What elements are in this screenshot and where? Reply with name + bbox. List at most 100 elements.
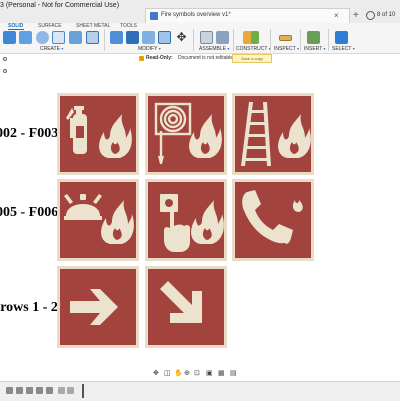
joint-icon[interactable]: [200, 31, 213, 44]
sign-fire-call-point[interactable]: [145, 179, 227, 261]
ribbon-toolbar: SOLID SURFACE SHEET METAL TOOLS CREATE ▾…: [0, 23, 400, 54]
pattern-icon[interactable]: [86, 31, 99, 44]
chevron-down-icon: ▾: [296, 46, 299, 51]
insert-image-icon[interactable]: [307, 31, 320, 44]
document-tab[interactable]: Fire symbols overview v1* ×: [145, 8, 350, 23]
group-divider: [270, 29, 271, 51]
timeline-start-icon[interactable]: [6, 387, 13, 394]
fillet-icon[interactable]: [126, 31, 139, 44]
sign-emergency-telephone[interactable]: [232, 179, 314, 261]
sign-arrow-right[interactable]: [57, 266, 139, 348]
close-tab-button[interactable]: ×: [334, 11, 339, 20]
look-at-icon[interactable]: ◫: [164, 369, 171, 377]
row-label-arrows: rrows 1 - 2: [0, 300, 58, 315]
extrude-icon[interactable]: [52, 31, 65, 44]
save-copy-button[interactable]: Save a copy: [232, 54, 272, 63]
lock-icon: [139, 56, 144, 61]
group-divider: [193, 29, 194, 51]
clock-icon[interactable]: [366, 11, 375, 20]
arrow-right-icon: [70, 289, 118, 325]
document-tab-label: Fire symbols overview v1*: [161, 12, 231, 18]
browser-visibility-icon[interactable]: [3, 69, 7, 73]
viewports-icon[interactable]: ▤: [230, 369, 237, 377]
assemble-label: ASSEMBLE: [199, 46, 226, 52]
read-only-label: Read-Only:: [146, 55, 173, 61]
fire-call-point-icon: [160, 194, 224, 252]
construct-label: CONSTRUCT: [236, 46, 268, 52]
timeline-marker[interactable]: [82, 384, 84, 398]
sign-arrow-down-right[interactable]: [145, 266, 227, 348]
construct-menu[interactable]: CONSTRUCT ▾: [236, 46, 271, 52]
navigation-toolbar: ✥ ◫ ✋ ⊕ ⊡ ▣ ▦ ▤: [153, 369, 241, 379]
shell-icon[interactable]: [158, 31, 171, 44]
select-label: SELECT: [332, 46, 352, 52]
tab-tools[interactable]: TOOLS: [120, 23, 137, 29]
sign-fire-extinguisher[interactable]: [57, 93, 139, 175]
box-icon[interactable]: [69, 31, 82, 44]
move-icon[interactable]: ✥: [175, 31, 188, 44]
insert-label: INSERT: [304, 46, 323, 52]
title-bar: 3 (Personal - Not for Commercial Use) Fi…: [0, 0, 400, 23]
chevron-down-icon: ▾: [352, 46, 355, 51]
as-built-joint-icon[interactable]: [216, 31, 229, 44]
timeline-play-icon[interactable]: [26, 387, 33, 394]
row-label-f001-f003: 002 - F003: [0, 126, 59, 141]
measure-icon[interactable]: [279, 35, 292, 41]
timeline-end-icon[interactable]: [46, 387, 53, 394]
display-settings-icon[interactable]: ▣: [206, 369, 213, 377]
inspect-menu[interactable]: INSPECT ▾: [274, 46, 299, 52]
browser-visibility-icon[interactable]: [3, 57, 7, 61]
timeline-previous-icon[interactable]: [16, 387, 23, 394]
chevron-down-icon: ▾: [227, 46, 230, 51]
modify-label: MODIFY: [138, 46, 158, 52]
pan-icon[interactable]: ✋: [174, 369, 183, 377]
timeline: [0, 381, 400, 401]
sketch-icon[interactable]: [19, 31, 32, 44]
document-count: 8 of 10: [377, 12, 396, 18]
zoom-icon[interactable]: ⊕: [184, 369, 190, 377]
telephone-icon: [242, 190, 303, 244]
read-only-banner: Read-Only: Document is not editable Save…: [130, 54, 272, 64]
fire-alarm-horn-icon: [64, 194, 134, 244]
group-divider: [300, 29, 301, 51]
select-cursor-icon[interactable]: [335, 31, 348, 44]
group-divider: [104, 29, 105, 51]
inspect-label: INSPECT: [274, 46, 296, 52]
row-label-f004-f006: 005 - F006: [0, 205, 59, 220]
assemble-menu[interactable]: ASSEMBLE ▾: [199, 46, 229, 52]
fit-icon[interactable]: ⊡: [194, 369, 200, 377]
sign-fire-ladder[interactable]: [232, 93, 314, 175]
chevron-down-icon: ▾: [158, 46, 161, 51]
grid-settings-icon[interactable]: ▦: [218, 369, 225, 377]
chevron-down-icon: ▾: [323, 46, 326, 51]
timeline-feature-icon[interactable]: [58, 387, 65, 394]
app-title: 3 (Personal - Not for Commercial Use): [0, 2, 120, 9]
revolve-icon[interactable]: [36, 31, 49, 44]
read-only-message: Document is not editable: [178, 55, 234, 61]
create-label: CREATE: [40, 46, 60, 52]
active-tab-indicator: [8, 29, 24, 30]
orbit-icon[interactable]: ✥: [153, 369, 159, 377]
fire-hose-reel-icon: [154, 102, 222, 164]
document-icon: [150, 12, 158, 20]
group-divider: [233, 29, 234, 51]
create-menu[interactable]: CREATE ▾: [40, 46, 63, 52]
fire-ladder-icon: [241, 102, 311, 166]
timeline-feature-icon[interactable]: [67, 387, 74, 394]
new-tab-button[interactable]: +: [353, 10, 359, 21]
sign-fire-alarm[interactable]: [57, 179, 139, 261]
new-component-icon[interactable]: [3, 31, 16, 44]
tab-surface[interactable]: SURFACE: [38, 23, 62, 29]
select-menu[interactable]: SELECT ▾: [332, 46, 355, 52]
sign-fire-hose-reel[interactable]: [145, 93, 227, 175]
insert-menu[interactable]: INSERT ▾: [304, 46, 326, 52]
axis-icon[interactable]: [251, 31, 259, 44]
chevron-down-icon: ▾: [61, 46, 64, 51]
arrow-down-right-icon: [160, 281, 202, 323]
chamfer-icon[interactable]: [142, 31, 155, 44]
timeline-next-icon[interactable]: [36, 387, 43, 394]
press-pull-icon[interactable]: [110, 31, 123, 44]
group-divider: [328, 29, 329, 51]
modify-menu[interactable]: MODIFY ▾: [138, 46, 161, 52]
tab-sheet-metal[interactable]: SHEET METAL: [76, 23, 110, 29]
